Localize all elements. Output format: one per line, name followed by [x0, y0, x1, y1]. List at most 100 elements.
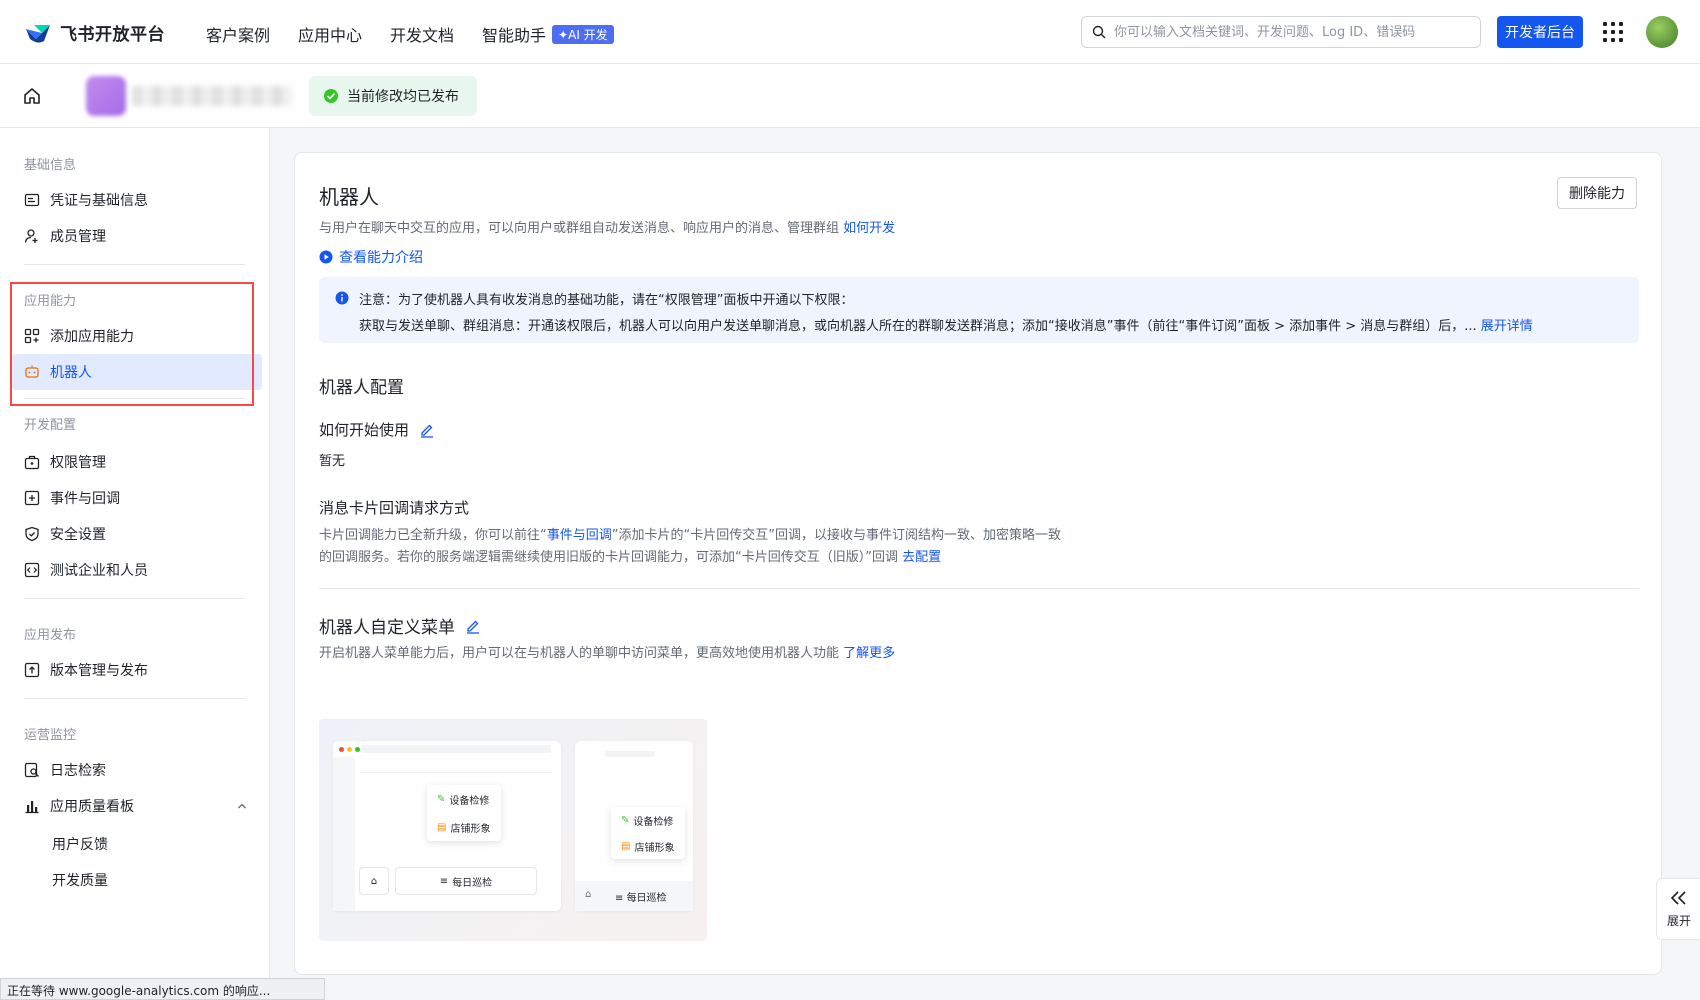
home-icon[interactable] — [22, 86, 42, 106]
custom-menu-description: 开启机器人菜单能力后，用户可以在与机器人的单聊中访问菜单，更高效地使用机器人功能… — [319, 643, 895, 665]
sidebar-subitem-feedback[interactable]: 用户反馈 — [52, 834, 108, 854]
go-configure-link[interactable]: 去配置 — [902, 550, 941, 565]
double-chevron-left-icon — [1670, 890, 1686, 905]
shield-icon — [25, 526, 39, 542]
sidebar-subitem-dev-quality[interactable]: 开发质量 — [52, 870, 108, 890]
bar-chart-icon — [25, 801, 39, 814]
sidebar-item-label: 日志检索 — [50, 763, 106, 779]
notice-line-1: 注意：为了使机器人具有收发消息的基础功能，请在“权限管理”面板中开通以下权限： — [359, 293, 854, 308]
id-card-icon — [24, 193, 40, 207]
add-capability-icon — [24, 328, 40, 344]
sidebar-item-versions[interactable]: 版本管理与发布 — [12, 652, 262, 688]
card-callback-description: 卡片回调能力已全新升级，你可以前往“事件与回调”添加卡片的“卡片回传交互”回调，… — [319, 525, 1061, 569]
events-callbacks-link[interactable]: 事件与回调 — [547, 528, 612, 543]
card-callback-text-1a: 卡片回调能力已全新升级，你可以前往“ — [319, 528, 547, 543]
page-title: 机器人 — [319, 185, 379, 209]
expand-label: 展开 — [1666, 913, 1691, 928]
view-intro-link[interactable]: 查看能力介绍 — [319, 247, 423, 267]
notice-line-2: 获取与发送单聊、群组消息：开通该权限后，机器人可以向用户发送单聊消息，或向机器人… — [359, 315, 1533, 334]
illustration-menu-popup: ✎ 设备检修 ▤ 店铺形象 — [427, 785, 501, 841]
sidebar-group-dev-config-title: 开发配置 — [24, 418, 77, 433]
apps-grid-icon[interactable] — [1603, 22, 1623, 42]
sidebar-item-label: 版本管理与发布 — [50, 663, 148, 679]
illustration-bot-icon: ⌂ — [359, 867, 389, 895]
briefcase-lock-icon — [24, 455, 40, 470]
illustration-item-2: 店铺形象 — [450, 823, 491, 835]
sidebar-group-basic: 基础信息 — [24, 158, 77, 173]
card-callback-title: 消息卡片回调请求方式 — [319, 497, 469, 518]
edit-icon[interactable] — [465, 618, 481, 634]
learn-more-link[interactable]: 了解更多 — [843, 646, 895, 661]
user-add-icon — [24, 229, 38, 243]
nav-item-cases[interactable]: 客户案例 — [206, 22, 270, 46]
sidebar-item-credentials[interactable]: 凭证与基础信息 — [12, 182, 262, 218]
card-callback-line-1: 卡片回调能力已全新升级，你可以前往“事件与回调”添加卡片的“卡片回传交互”回调，… — [319, 525, 1061, 547]
illustration-mobile-menu-bar: ≡ 每日巡检 — [615, 893, 667, 904]
play-circle-icon — [319, 250, 333, 264]
log-search-icon — [24, 762, 39, 778]
logo[interactable]: 飞书开放平台 — [24, 20, 165, 45]
illustration-mobile-bot-icon: ⌂ — [585, 889, 592, 900]
expand-details-link[interactable]: 展开详情 — [1481, 319, 1533, 334]
custom-menu-desc-text: 开启机器人菜单能力后，用户可以在与机器人的单聊中访问菜单，更高效地使用机器人功能 — [319, 646, 840, 661]
sidebar-divider — [24, 398, 245, 399]
sidebar-item-logs[interactable]: 日志检索 — [12, 752, 262, 788]
expand-panel-button[interactable]: 展开 — [1656, 878, 1700, 940]
card-callback-text-1b: ”添加卡片的“卡片回传交互”回调，以接收与事件订阅结构一致、加密策略一致 — [611, 528, 1061, 543]
upload-square-icon — [24, 662, 40, 678]
chevron-up-icon — [238, 803, 246, 809]
delete-capability-button[interactable]: 删除能力 — [1557, 177, 1637, 209]
illustration-desktop-window: ✎ 设备检修 ▤ 店铺形象 ⌂ ≡ 每日巡检 — [333, 741, 561, 911]
sidebar-item-events[interactable]: 事件与回调 — [12, 480, 262, 516]
sidebar-item-label: 测试企业和人员 — [50, 563, 148, 579]
sidebar-item-label: 安全设置 — [50, 527, 106, 543]
permission-notice: 注意：为了使机器人具有收发消息的基础功能，请在“权限管理”面板中开通以下权限： … — [319, 277, 1639, 343]
illustration-mobile-window: ✎ 设备检修 ▤ 店铺形象 ⌂ ≡ 每日巡检 — [575, 741, 693, 911]
sidebar-item-label: 事件与回调 — [50, 491, 120, 507]
nav-items: 客户案例 应用中心 开发文档 智能助手 ✦AI 开发 — [206, 22, 614, 46]
search-input[interactable] — [1114, 24, 1470, 40]
sidebar-item-label: 权限管理 — [50, 455, 106, 471]
code-icon — [24, 562, 40, 578]
illustration-menu-bar: ≡ 每日巡检 — [395, 867, 537, 895]
edit-icon[interactable] — [419, 422, 435, 438]
sidebar-group-monitor-title: 运营监控 — [24, 728, 77, 743]
sidebar-item-bot[interactable]: 机器人 — [12, 354, 262, 390]
developer-console-button[interactable]: 开发者后台 — [1497, 16, 1583, 48]
nav-item-assistant[interactable]: 智能助手 ✦AI 开发 — [482, 22, 614, 46]
how-to-develop-link[interactable]: 如何开发 — [843, 221, 895, 236]
illustration-mobile-popup: ✎ 设备检修 ▤ 店铺形象 — [611, 807, 685, 859]
illustration-item-1: 设备检修 — [449, 795, 490, 807]
sidebar-item-security[interactable]: 安全设置 — [12, 516, 262, 552]
sidebar-item-test-tenants[interactable]: 测试企业和人员 — [12, 552, 262, 588]
app-header: 当前修改均已发布 — [0, 64, 1700, 128]
nav-item-app-center[interactable]: 应用中心 — [298, 22, 362, 46]
nav-item-docs[interactable]: 开发文档 — [390, 22, 454, 46]
sidebar-item-members[interactable]: 成员管理 — [12, 218, 262, 254]
illustration-mobile-item-3: 每日巡检 — [626, 893, 667, 904]
sidebar-item-label: 机器人 — [50, 365, 92, 381]
search-box[interactable] — [1081, 16, 1481, 48]
sidebar-item-quality-board[interactable]: 应用质量看板 — [12, 788, 262, 824]
illustration-mobile-item-1: 设备检修 — [633, 816, 674, 828]
notice-line-2-text: 获取与发送单聊、群组消息：开通该权限后，机器人可以向用户发送单聊消息，或向机器人… — [359, 319, 1477, 334]
how-to-use-value: 暂无 — [319, 454, 346, 469]
illustration-mobile-item-2: 店铺形象 — [634, 842, 675, 854]
robot-icon — [25, 365, 39, 378]
feishu-logo-icon — [26, 24, 50, 43]
sidebar-divider — [24, 264, 245, 265]
card-callback-text-2: 的回调服务。若你的服务端逻辑需继续使用旧版的卡片回调能力，可添加“卡片回传交互（… — [319, 550, 898, 565]
sidebar-group-capabilities: 应用能力 — [24, 294, 77, 309]
info-icon — [335, 291, 349, 305]
custom-menu-title: 机器人自定义菜单 — [319, 618, 455, 638]
card-callback-title-text: 消息卡片回调请求方式 — [319, 499, 470, 517]
sidebar-item-add-capability[interactable]: 添加应用能力 — [12, 318, 262, 354]
view-intro-label: 查看能力介绍 — [339, 250, 423, 266]
sidebar-group-release-title: 应用发布 — [24, 628, 77, 643]
search-icon — [1092, 25, 1106, 39]
sidebar-item-permissions[interactable]: 权限管理 — [12, 444, 262, 480]
app-avatar — [86, 76, 126, 116]
page-description: 与用户在聊天中交互的应用，可以向用户或群组自动发送消息、响应用户的消息、管理群组… — [319, 217, 895, 236]
user-avatar[interactable] — [1646, 16, 1678, 48]
check-circle-icon — [324, 89, 338, 103]
